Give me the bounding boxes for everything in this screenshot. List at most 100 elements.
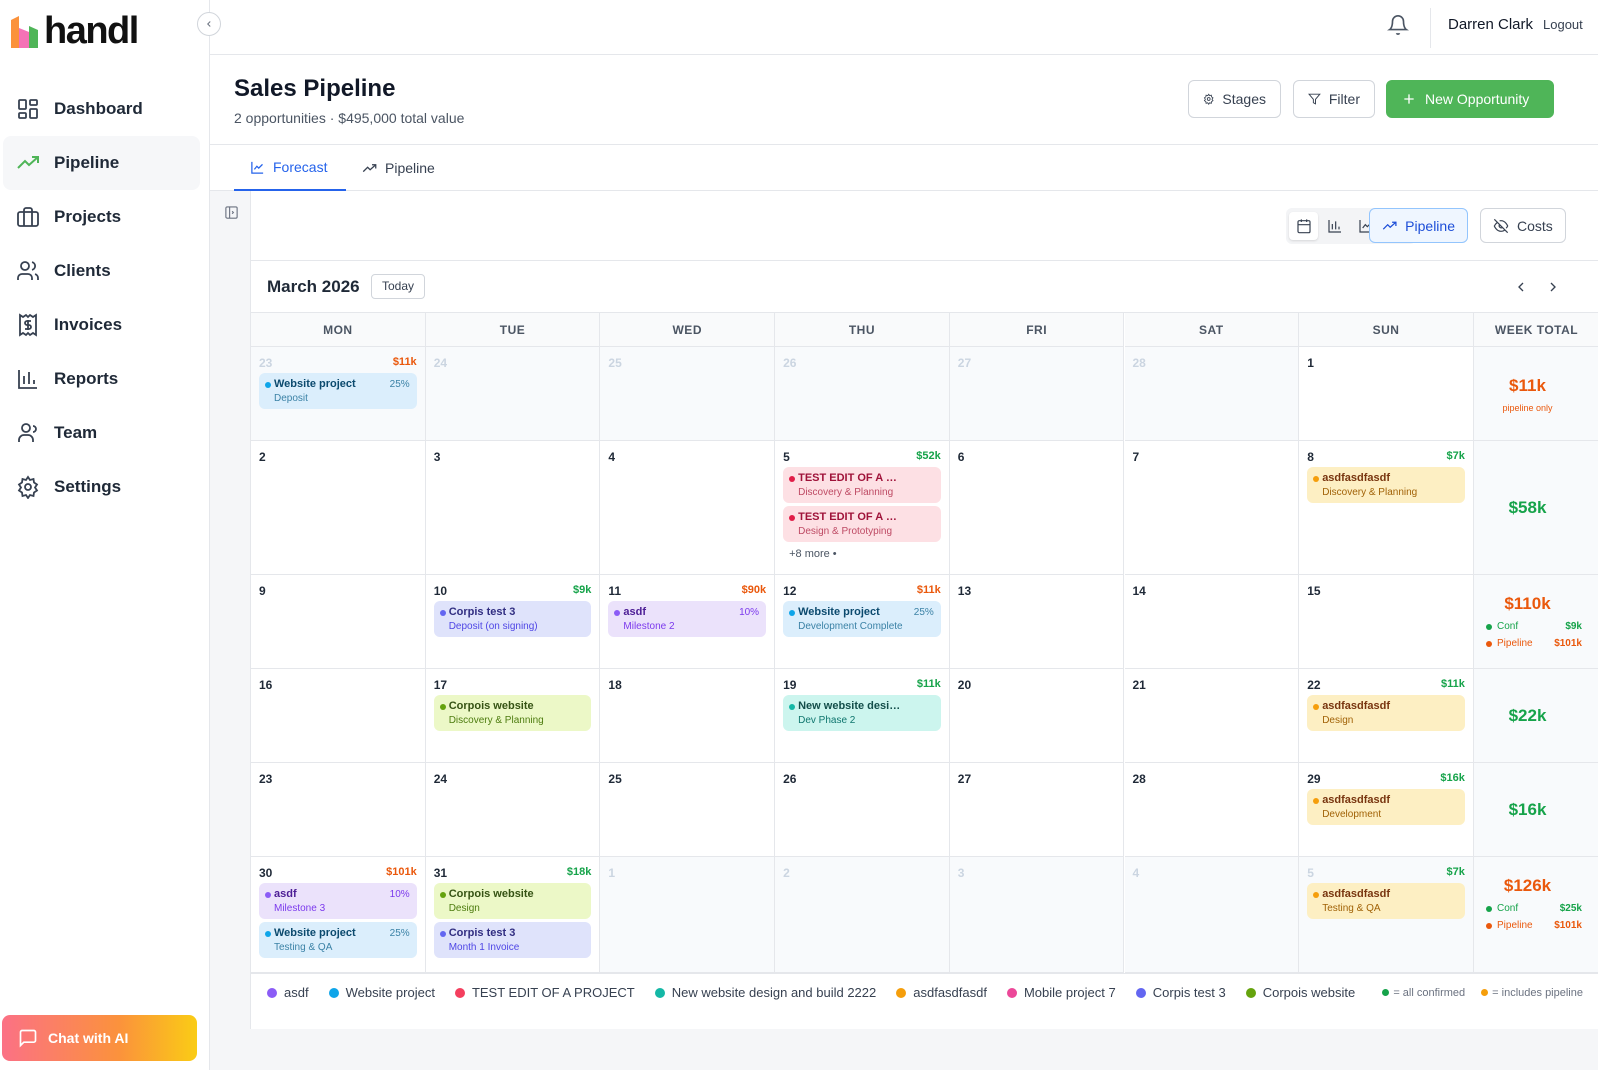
day-cell[interactable]: 26	[775, 347, 950, 441]
event-chip[interactable]: asdf Milestone 2 10%	[608, 601, 767, 637]
day-cell[interactable]: 15	[1299, 575, 1474, 669]
day-cell[interactable]: 5 $52k TEST EDIT OF A PROJECT Discovery & P…	[775, 441, 950, 575]
event-chip[interactable]: TEST EDIT OF A PROJECT Design & Prototypi…	[783, 506, 941, 542]
legend-item[interactable]: Mobile project 7	[1006, 985, 1116, 1000]
event-chip[interactable]: New website design and build 2222 Dev Pha…	[783, 695, 941, 731]
legend-dot	[654, 987, 665, 998]
legend-item[interactable]: Corpois website	[1245, 985, 1355, 1000]
event-chip[interactable]: Corpis test 3 Month 1 Invoice	[433, 922, 592, 958]
sidebar-item-invoices[interactable]: Invoices	[3, 298, 200, 352]
chat-with-ai-button[interactable]: Chat with AI	[2, 1015, 197, 1061]
calendar-view-button[interactable]	[1289, 212, 1318, 240]
day-cell[interactable]: 29 $16k asdfasdfasdf Development	[1299, 763, 1474, 857]
more-events-link[interactable]: +8 more •	[789, 548, 837, 560]
sidebar-item-reports[interactable]: Reports	[3, 352, 200, 406]
legend-note-pipeline: = includes pipeline	[1481, 987, 1583, 999]
day-cell[interactable]: 23 $11k Website project Deposit 25%	[251, 347, 426, 441]
sidebar-item-dashboard[interactable]: Dashboard	[3, 82, 200, 136]
notifications-button[interactable]	[1387, 14, 1409, 36]
sidebar-item-settings[interactable]: Settings	[3, 460, 200, 514]
day-cell[interactable]: 2	[775, 857, 950, 973]
day-cell[interactable]: 11 $90k asdf Milestone 2 10%	[600, 575, 776, 669]
legend-item[interactable]: asdf	[267, 985, 309, 1000]
tab-pipeline[interactable]: Pipeline	[362, 145, 458, 191]
day-cell[interactable]: 23	[251, 763, 426, 857]
event-chip[interactable]: Website project Testing & QA 25%	[259, 922, 417, 958]
logo[interactable]: handl	[10, 10, 139, 52]
event-chip[interactable]: Website project Deposit 25%	[259, 373, 417, 409]
filter-button[interactable]: Filter	[1293, 80, 1375, 118]
panel-toggle-button[interactable]	[224, 205, 239, 220]
event-chip[interactable]: Corpois website Design	[433, 883, 592, 919]
day-cell[interactable]: 14	[1124, 575, 1300, 669]
sidebar-collapse-button[interactable]	[197, 12, 221, 36]
sidebar-item-pipeline[interactable]: Pipeline	[3, 136, 200, 190]
event-chip[interactable]: Corpis test 3 Deposit (on signing)	[433, 601, 592, 637]
event-chip[interactable]: Website project Development Complete 25%	[783, 601, 941, 637]
day-cell[interactable]: 19 $11k New website design and build 2222 D…	[775, 669, 950, 763]
pipeline-toggle-button[interactable]: Pipeline	[1369, 208, 1468, 243]
day-cell[interactable]: 18	[600, 669, 776, 763]
bar-view-button[interactable]	[1320, 212, 1349, 240]
event-chip[interactable]: asdf Milestone 3 10%	[259, 883, 417, 919]
user-name[interactable]: Darren Clark	[1448, 16, 1533, 33]
day-cell[interactable]: 20	[949, 669, 1125, 763]
day-cell[interactable]: 1	[600, 857, 776, 973]
day-cell[interactable]: 4	[1124, 857, 1300, 973]
day-number: 16	[259, 678, 273, 692]
logout-link[interactable]: Logout	[1543, 17, 1583, 32]
legend-item[interactable]: TEST EDIT OF A PROJECT	[454, 985, 635, 1000]
event-chip[interactable]: asdfasdfasdf Development	[1307, 789, 1465, 825]
day-cell[interactable]: 30 $101k asdf Milestone 3 10% Website project…	[251, 857, 426, 973]
day-cell[interactable]: 3	[949, 857, 1125, 973]
day-cell[interactable]: 7	[1124, 441, 1300, 575]
day-cell[interactable]: 10 $9k Corpis test 3 Deposit (on signing)	[425, 575, 601, 669]
day-cell[interactable]: 27	[949, 347, 1125, 441]
week-total-cell: $126k Conf $25k Pipeline $101k	[1474, 857, 1598, 973]
day-cell[interactable]: 3	[425, 441, 601, 575]
day-cell[interactable]: 25	[600, 763, 776, 857]
legend-item[interactable]: Website project	[328, 985, 435, 1000]
sidebar-item-clients[interactable]: Clients	[3, 244, 200, 298]
day-cell[interactable]: 24	[425, 347, 601, 441]
event-stage: Development	[1322, 809, 1382, 820]
day-cell[interactable]: 13	[949, 575, 1125, 669]
day-cell[interactable]: 26	[775, 763, 950, 857]
day-cell[interactable]: 9	[251, 575, 426, 669]
day-cell[interactable]: 25	[600, 347, 776, 441]
day-cell[interactable]: 12 $11k Website project Development Complet…	[775, 575, 950, 669]
legend-item[interactable]: asdfasdfasdf	[896, 985, 987, 1000]
day-cell[interactable]: 31 $18k Corpois website Design Corpis test 3…	[425, 857, 601, 973]
costs-toggle-button[interactable]: Costs	[1480, 208, 1566, 243]
day-cell[interactable]: 21	[1124, 669, 1300, 763]
legend-item[interactable]: New website design and build 2222	[654, 985, 876, 1000]
day-cell[interactable]: 2	[251, 441, 426, 575]
event-chip[interactable]: asdfasdfasdf Design	[1307, 695, 1465, 731]
day-cell[interactable]: 1	[1299, 347, 1474, 441]
sidebar-item-projects[interactable]: Projects	[3, 190, 200, 244]
sidebar-item-team[interactable]: Team	[3, 406, 200, 460]
event-chip[interactable]: Corpois website Discovery & Planning	[433, 695, 592, 731]
logo-text: handl	[44, 10, 139, 52]
day-cell[interactable]: 22 $11k asdfasdfasdf Design	[1299, 669, 1474, 763]
day-cell[interactable]: 4	[600, 441, 776, 575]
new-opportunity-button[interactable]: New Opportunity	[1386, 80, 1554, 118]
day-cell[interactable]: 16	[251, 669, 426, 763]
event-chip[interactable]: TEST EDIT OF A PROJECT Discovery & Planni…	[783, 467, 941, 503]
tab-forecast[interactable]: Forecast	[234, 145, 346, 191]
day-cell[interactable]: 28	[1124, 763, 1300, 857]
prev-month-button[interactable]	[1513, 279, 1529, 295]
event-chip[interactable]: asdfasdfasdf Discovery & Planning	[1307, 467, 1465, 503]
day-cell[interactable]: 27	[949, 763, 1125, 857]
day-cell[interactable]: 17 Corpois website Discovery & Planning	[425, 669, 601, 763]
day-cell[interactable]: 5 $7k asdfasdfasdf Testing & QA	[1299, 857, 1474, 973]
next-month-button[interactable]	[1545, 279, 1561, 295]
legend-item[interactable]: Corpis test 3	[1135, 985, 1226, 1000]
stages-button[interactable]: Stages	[1188, 80, 1281, 118]
day-cell[interactable]: 24	[425, 763, 601, 857]
event-chip[interactable]: asdfasdfasdf Testing & QA	[1307, 883, 1465, 919]
day-cell[interactable]: 28	[1124, 347, 1300, 441]
today-button[interactable]: Today	[371, 274, 426, 299]
day-cell[interactable]: 6	[949, 441, 1125, 575]
day-cell[interactable]: 8 $7k asdfasdfasdf Discovery & Planning	[1299, 441, 1474, 575]
